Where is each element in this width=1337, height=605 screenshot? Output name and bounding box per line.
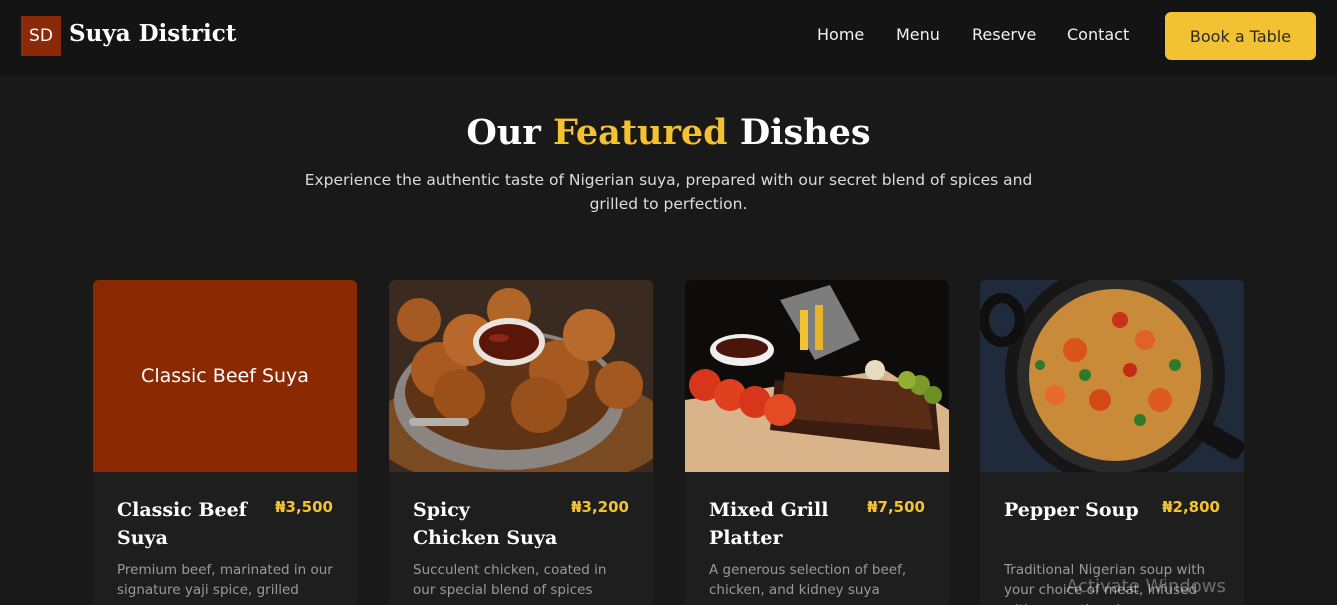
title-part-1: Our [466,112,553,153]
dish-card[interactable]: Classic Beef Suya Classic Beef Suya ₦3,5… [93,280,357,605]
dish-image-placeholder: Classic Beef Suya [93,280,357,472]
dish-name: Pepper Soup [1004,499,1139,521]
book-table-button[interactable]: Book a Table [1165,12,1316,60]
dish-description: Succulent chicken, coated in our special… [413,562,607,598]
dish-image-label: Classic Beef Suya [141,365,309,387]
dish-price: ₦3,500 [275,498,333,516]
dish-image-grill [685,280,949,472]
dish-description: A generous selection of beef, chicken, a… [709,562,907,598]
dish-card[interactable]: Mixed Grill Platter ₦7,500 A generous se… [685,280,949,605]
dish-price: ₦2,800 [1162,498,1220,516]
dish-card[interactable]: Spicy Chicken Suya ₦3,200 Succulent chic… [389,280,653,605]
nav-menu[interactable]: Menu [896,25,940,44]
navbar: SD Suya District Home Menu Reserve Conta… [0,0,1337,76]
nav-contact[interactable]: Contact [1067,25,1129,44]
dish-card[interactable]: Pepper Soup ₦2,800 Traditional Nigerian … [980,280,1244,605]
nav-reserve[interactable]: Reserve [972,25,1036,44]
dish-image-pepper-soup [980,280,1244,485]
dish-price: ₦7,500 [867,498,925,516]
activate-windows-watermark: Activate Windows [1066,576,1226,597]
dish-name: Spicy Chicken Suya [413,499,558,549]
title-part-2: Dishes [727,112,871,153]
section-title: Our Featured Dishes [0,112,1337,153]
dish-name: Classic Beef Suya [117,499,247,549]
title-highlight: Featured [552,112,728,153]
dish-name: Mixed Grill Platter [709,499,829,549]
dish-image-chicken [389,280,653,490]
brand-name[interactable]: Suya District [69,20,236,47]
dish-description: Premium beef, marinated in our signature… [117,562,333,598]
nav-home[interactable]: Home [817,25,864,44]
logo-badge[interactable]: SD [21,16,61,56]
dish-price: ₦3,200 [571,498,629,516]
section-subtitle: Experience the authentic taste of Nigeri… [304,171,1033,213]
